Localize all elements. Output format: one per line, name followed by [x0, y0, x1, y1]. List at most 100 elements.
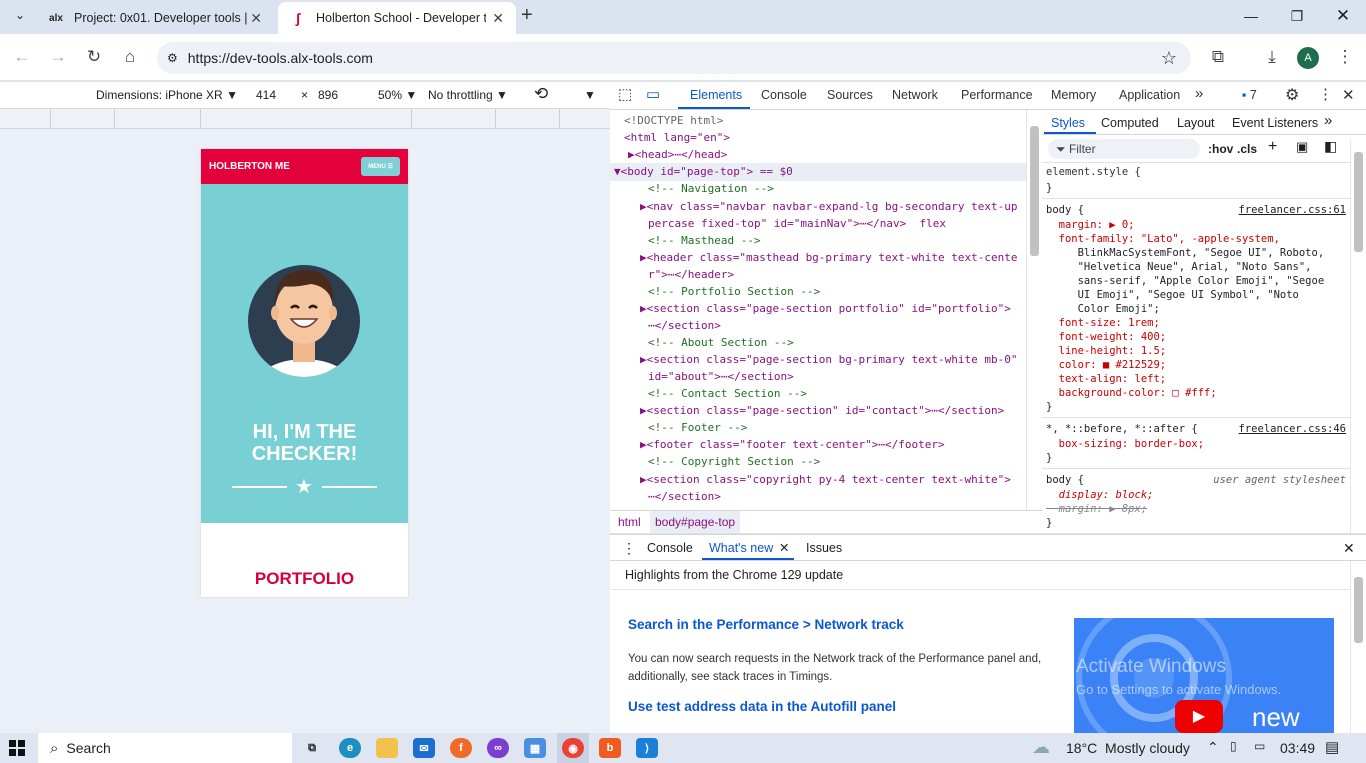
feature-link-search[interactable]: Search in the Performance > Network trac…: [628, 617, 904, 632]
tab-computed[interactable]: Computed: [1101, 116, 1159, 130]
youtube-play-icon[interactable]: ▶: [1175, 700, 1223, 733]
edge-icon[interactable]: e: [339, 738, 361, 758]
firefox-icon[interactable]: f: [450, 738, 472, 758]
task-view-icon[interactable]: ⧉: [301, 738, 323, 758]
css-line[interactable]: margin: ▶ 0;: [1046, 218, 1135, 232]
video-thumbnail[interactable]: Activate Windows Go to Settings to activ…: [1074, 618, 1334, 733]
drawer-tab-console[interactable]: Console: [647, 541, 693, 555]
styles-scrollbar[interactable]: [1350, 140, 1366, 533]
css-line[interactable]: font-weight: 400;: [1046, 330, 1166, 344]
drawer-menu-icon[interactable]: ⋮: [622, 540, 636, 557]
more-tabs-icon[interactable]: »: [1195, 85, 1203, 102]
vscode-icon[interactable]: ⟩: [636, 738, 658, 758]
dom-line[interactable]: <html lang="en">: [624, 129, 730, 146]
mail-icon[interactable]: ✉: [413, 738, 435, 758]
close-icon[interactable]: ✕: [779, 540, 789, 555]
dom-line[interactable]: <!-- About Section -->: [648, 334, 794, 351]
dom-line[interactable]: ▶<section class="copyright py-4 text-cen…: [640, 471, 1011, 488]
dom-line[interactable]: <!DOCTYPE html>: [624, 112, 723, 129]
tray-chevron-icon[interactable]: ⌃: [1207, 739, 1219, 756]
app-icon[interactable]: ∞: [487, 738, 509, 758]
throttle-select[interactable]: No throttling ▼: [428, 88, 508, 102]
dom-line[interactable]: ⋯</section>: [648, 488, 721, 505]
bookmark-star-icon[interactable]: ☆: [1161, 48, 1177, 69]
close-drawer-icon[interactable]: ✕: [1343, 540, 1355, 557]
height-input[interactable]: 896: [318, 88, 338, 102]
css-line[interactable]: text-align: left;: [1046, 372, 1166, 386]
tab-elements[interactable]: Elements: [690, 88, 742, 102]
close-window-icon[interactable]: ✕: [1320, 0, 1366, 32]
settings-gear-icon[interactable]: ⚙: [1285, 85, 1299, 105]
tab-search-chevron-icon[interactable]: ⌄: [10, 8, 30, 26]
tab-sources[interactable]: Sources: [827, 88, 873, 102]
brand-link[interactable]: HOLBERTON ME: [209, 161, 290, 172]
cls-toggle[interactable]: .cls: [1237, 142, 1257, 156]
dom-line[interactable]: ▶<footer class="footer text-center">⋯</f…: [640, 436, 945, 453]
network-icon[interactable]: ▯: [1230, 739, 1237, 753]
feature-link-autofill[interactable]: Use test address data in the Autofill pa…: [628, 699, 896, 714]
drawer-tab-issues[interactable]: Issues: [806, 541, 842, 555]
home-icon[interactable]: ⌂: [116, 43, 144, 71]
dom-line[interactable]: <!-- Navigation -->: [648, 180, 774, 197]
back-icon[interactable]: ←: [8, 43, 36, 71]
dom-line[interactable]: percase fixed-top" id="mainNav">⋯</nav> …: [648, 215, 946, 232]
style-source-link[interactable]: freelancer.css:61: [1239, 203, 1346, 217]
tab-application[interactable]: Application: [1119, 88, 1180, 102]
css-line[interactable]: line-height: 1.5;: [1046, 344, 1166, 358]
file-explorer-icon[interactable]: [376, 738, 398, 758]
css-line[interactable]: font-size: 1rem;: [1046, 316, 1160, 330]
dom-line[interactable]: r">⋯</header>: [648, 266, 734, 283]
dom-line[interactable]: ▶<head>⋯</head>: [628, 146, 727, 163]
close-devtools-icon[interactable]: ✕: [1342, 86, 1355, 104]
dom-line-selected[interactable]: ▼<body id="page-top"> == $0: [614, 163, 793, 180]
dom-line[interactable]: ▶<section class="page-section portfolio"…: [640, 300, 1011, 317]
menu-button[interactable]: MENU ☰: [361, 157, 400, 176]
dom-scrollbar[interactable]: [1026, 110, 1042, 510]
reload-icon[interactable]: ↻: [80, 43, 108, 71]
tab-holberton[interactable]: ʃ Holberton School - Developer t ✕: [278, 2, 516, 34]
dom-line[interactable]: id="about">⋯</section>: [648, 368, 794, 385]
dom-line[interactable]: ▶<header class="masthead bg-primary text…: [640, 249, 1018, 266]
inspect-element-icon[interactable]: ⬚: [618, 85, 632, 103]
weather-icon[interactable]: ☁: [1032, 737, 1050, 758]
minimize-icon[interactable]: —: [1228, 0, 1274, 32]
taskbar-search[interactable]: ⌕ Search: [38, 733, 292, 763]
windows-start-icon[interactable]: [9, 740, 25, 756]
forward-icon[interactable]: →: [44, 43, 72, 71]
zoom-select[interactable]: 50% ▼: [378, 88, 417, 102]
dom-line[interactable]: ▶<section class="page-section bg-primary…: [640, 351, 1018, 368]
issues-badge[interactable]: ▪ 7: [1242, 88, 1257, 102]
rotate-icon[interactable]: ⟲: [534, 84, 548, 104]
tab-project[interactable]: alx Project: 0x01. Developer tools | ✕: [36, 2, 274, 34]
brave-icon[interactable]: b: [599, 738, 621, 758]
css-line[interactable]: background-color: □ #fff;: [1046, 386, 1217, 400]
chrome-icon[interactable]: ◉: [562, 738, 584, 758]
breadcrumb-body[interactable]: body#page-top: [650, 511, 741, 533]
notifications-icon[interactable]: ▤: [1325, 738, 1339, 756]
avatar[interactable]: A: [1297, 47, 1319, 69]
tab-memory[interactable]: Memory: [1051, 88, 1096, 102]
scroll-thumb[interactable]: [1354, 577, 1363, 643]
download-icon[interactable]: ⤓: [1258, 43, 1286, 71]
css-line[interactable]: font-family: "Lato", -apple-system,: [1046, 232, 1280, 246]
width-input[interactable]: 414: [256, 88, 276, 102]
browser-menu-icon[interactable]: ⋮: [1331, 43, 1359, 71]
tab-console[interactable]: Console: [761, 88, 807, 102]
dom-line[interactable]: <!-- Contact Section -->: [648, 385, 807, 402]
weather-text[interactable]: 18°C Mostly cloudy: [1066, 740, 1190, 756]
devtools-menu-icon[interactable]: ⋮: [1318, 85, 1333, 103]
tab-performance[interactable]: Performance: [961, 88, 1033, 102]
scroll-thumb[interactable]: [1030, 126, 1039, 256]
css-line[interactable]: color: ■ #212529;: [1046, 358, 1166, 372]
hov-toggle[interactable]: :hov: [1208, 142, 1233, 156]
new-tab-button[interactable]: +: [521, 4, 533, 27]
drawer-scrollbar[interactable]: [1350, 561, 1366, 733]
dom-line[interactable]: <!-- Footer -->: [648, 419, 747, 436]
address-bar[interactable]: ⚙ https://dev-tools.alx-tools.com ☆: [157, 42, 1191, 74]
dom-line[interactable]: <!-- Portfolio Section -->: [648, 283, 820, 300]
css-line[interactable]: box-sizing: border-box;: [1046, 437, 1204, 451]
sidebar-toggle-icon[interactable]: ◧: [1324, 138, 1337, 155]
battery-icon[interactable]: ▭: [1254, 739, 1265, 753]
device-select[interactable]: Dimensions: iPhone XR ▼: [96, 88, 238, 102]
drawer-tab-whats-new[interactable]: What's new: [709, 541, 773, 555]
